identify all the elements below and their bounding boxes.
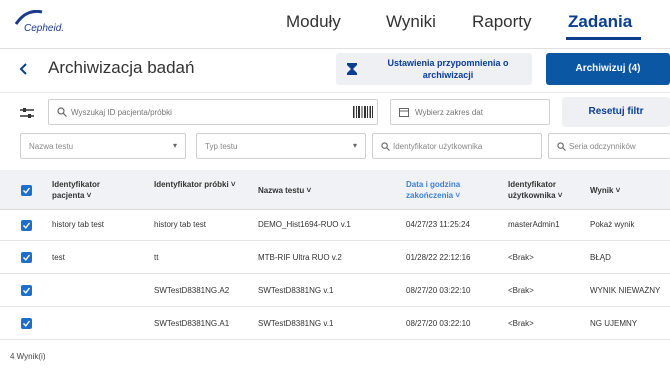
calendar-icon bbox=[399, 108, 409, 117]
filter-sliders-icon[interactable] bbox=[20, 107, 34, 119]
row-checkbox[interactable] bbox=[21, 220, 32, 231]
row-checkbox[interactable] bbox=[21, 318, 32, 329]
date-range-box bbox=[390, 99, 550, 125]
hourglass-icon bbox=[347, 63, 357, 75]
test-name-select-label: Nazwa testu bbox=[29, 142, 74, 151]
check-icon bbox=[23, 287, 31, 294]
table-row[interactable]: SWTestD8381NG.A2 SWTestD8381NG v.1 08/27… bbox=[0, 274, 670, 307]
test-type-select-label: Typ testu bbox=[205, 142, 238, 151]
reset-filter-button[interactable]: Resetuj filtr bbox=[562, 97, 670, 127]
cell-result: BŁĄD bbox=[590, 253, 611, 262]
column-header-result[interactable]: Wynik ˅ bbox=[590, 185, 620, 196]
title-row: Archiwizacja badań Ustawienia przypomnie… bbox=[0, 48, 670, 88]
search-icon bbox=[381, 142, 390, 151]
archive-reminder-settings-label: Ustawienia przypomnienia o archiwizacji bbox=[387, 58, 509, 80]
date-range-input[interactable] bbox=[415, 100, 545, 124]
cepheid-logo: Cepheid. bbox=[14, 10, 84, 38]
test-type-select[interactable]: Typ testu ▾ bbox=[196, 133, 366, 159]
nav-modules[interactable]: Moduły bbox=[286, 12, 341, 32]
cell-test-name: MTB-RIF Ultra RUO v.2 bbox=[258, 253, 342, 262]
barcode-icon[interactable] bbox=[353, 106, 373, 118]
check-icon bbox=[23, 187, 31, 194]
user-id-filter[interactable]: Identyfikator użytkownika bbox=[372, 133, 542, 159]
top-bar: Cepheid. Moduły Wyniki Raporty Zadania bbox=[0, 0, 670, 44]
row-checkbox[interactable] bbox=[21, 252, 32, 263]
cell-completion-date: 08/27/20 03:22:10 bbox=[406, 286, 471, 295]
chevron-down-icon: ▾ bbox=[172, 141, 177, 150]
cell-sample-id: SWTestD8381NG.A2 bbox=[154, 286, 230, 295]
cell-sample-id: history tab test bbox=[154, 220, 207, 229]
check-icon bbox=[23, 320, 31, 327]
check-icon bbox=[23, 222, 31, 229]
nav-results[interactable]: Wyniki bbox=[386, 12, 436, 32]
back-button[interactable] bbox=[14, 59, 34, 79]
chevron-down-icon: ▾ bbox=[352, 141, 357, 150]
cell-completion-date: 08/27/20 03:22:10 bbox=[406, 319, 471, 328]
column-header-user-id[interactable]: Identyfikator użytkownika ˅ bbox=[508, 179, 584, 201]
cell-patient-id: test bbox=[52, 253, 65, 262]
cell-test-name: DEMO_Hist1694-RUO v.1 bbox=[258, 220, 351, 229]
patient-sample-search-input[interactable] bbox=[71, 100, 351, 124]
chevron-left-icon bbox=[19, 63, 27, 75]
table-footer: 4 Wynik(i) bbox=[0, 340, 670, 377]
reagent-lot-filter-label: Seria odczynników bbox=[569, 142, 636, 151]
search-icon bbox=[57, 107, 67, 117]
cell-completion-date: 04/27/23 11:25:24 bbox=[406, 220, 470, 229]
filter-area: Resetuj filtr Nazwa testu ▾ Typ testu ▾ … bbox=[0, 92, 670, 164]
test-name-select[interactable]: Nazwa testu ▾ bbox=[20, 133, 186, 159]
cell-completion-date: 01/28/22 22:12:16 bbox=[406, 253, 471, 262]
cell-user-id: <Brak> bbox=[508, 286, 534, 295]
cell-result[interactable]: Pokaż wynik bbox=[590, 220, 634, 229]
cell-sample-id: SWTestD8381NG.A1 bbox=[154, 319, 230, 328]
search-box bbox=[48, 99, 378, 125]
column-header-sample-id[interactable]: Identyfikator próbki ˅ bbox=[154, 179, 244, 190]
cell-user-id: <Brak> bbox=[508, 319, 534, 328]
cell-test-name: SWTestD8381NG v.1 bbox=[258, 286, 334, 295]
page-title: Archiwizacja badań bbox=[48, 58, 195, 77]
user-id-filter-label: Identyfikator użytkownika bbox=[393, 142, 483, 151]
cell-user-id: <Brak> bbox=[508, 253, 534, 262]
cell-patient-id: history tab test bbox=[52, 220, 105, 229]
result-count: 4 Wynik(i) bbox=[10, 352, 46, 361]
archive-reminder-settings-button[interactable]: Ustawienia przypomnienia o archiwizacji bbox=[336, 53, 532, 85]
column-header-completion-date[interactable]: Data i godzina zakończenia ˅ bbox=[406, 179, 486, 201]
archive-button[interactable]: Archiwizuj (4) bbox=[546, 53, 670, 85]
nav-reports[interactable]: Raporty bbox=[472, 12, 532, 32]
table-row[interactable]: history tab test history tab test DEMO_H… bbox=[0, 210, 670, 241]
column-header-test-name[interactable]: Nazwa testu ˅ bbox=[258, 185, 311, 196]
cell-sample-id: tt bbox=[154, 253, 159, 262]
nav-tasks[interactable]: Zadania bbox=[568, 12, 632, 32]
reagent-lot-filter[interactable]: Seria odczynników bbox=[548, 133, 670, 159]
search-icon bbox=[557, 142, 566, 151]
table-row[interactable]: SWTestD8381NG.A1 SWTestD8381NG v.1 08/27… bbox=[0, 307, 670, 340]
select-all-checkbox[interactable] bbox=[21, 185, 32, 196]
cell-result: WYNIK NIEWAŻNY bbox=[590, 286, 661, 295]
nav-active-underline bbox=[566, 37, 641, 40]
row-checkbox[interactable] bbox=[21, 285, 32, 296]
cell-user-id: masterAdmin1 bbox=[508, 220, 560, 229]
table-header: Identyfikator pacjenta ˅ Identyfikator p… bbox=[0, 170, 670, 210]
check-icon bbox=[23, 254, 31, 261]
column-header-patient-id[interactable]: Identyfikator pacjenta ˅ bbox=[52, 179, 132, 201]
cell-result: NG UJEMNY bbox=[590, 319, 638, 328]
logo-text: Cepheid. bbox=[24, 23, 65, 34]
cell-test-name: SWTestD8381NG v.1 bbox=[258, 319, 334, 328]
table-row[interactable]: test tt MTB-RIF Ultra RUO v.2 01/28/22 2… bbox=[0, 241, 670, 274]
